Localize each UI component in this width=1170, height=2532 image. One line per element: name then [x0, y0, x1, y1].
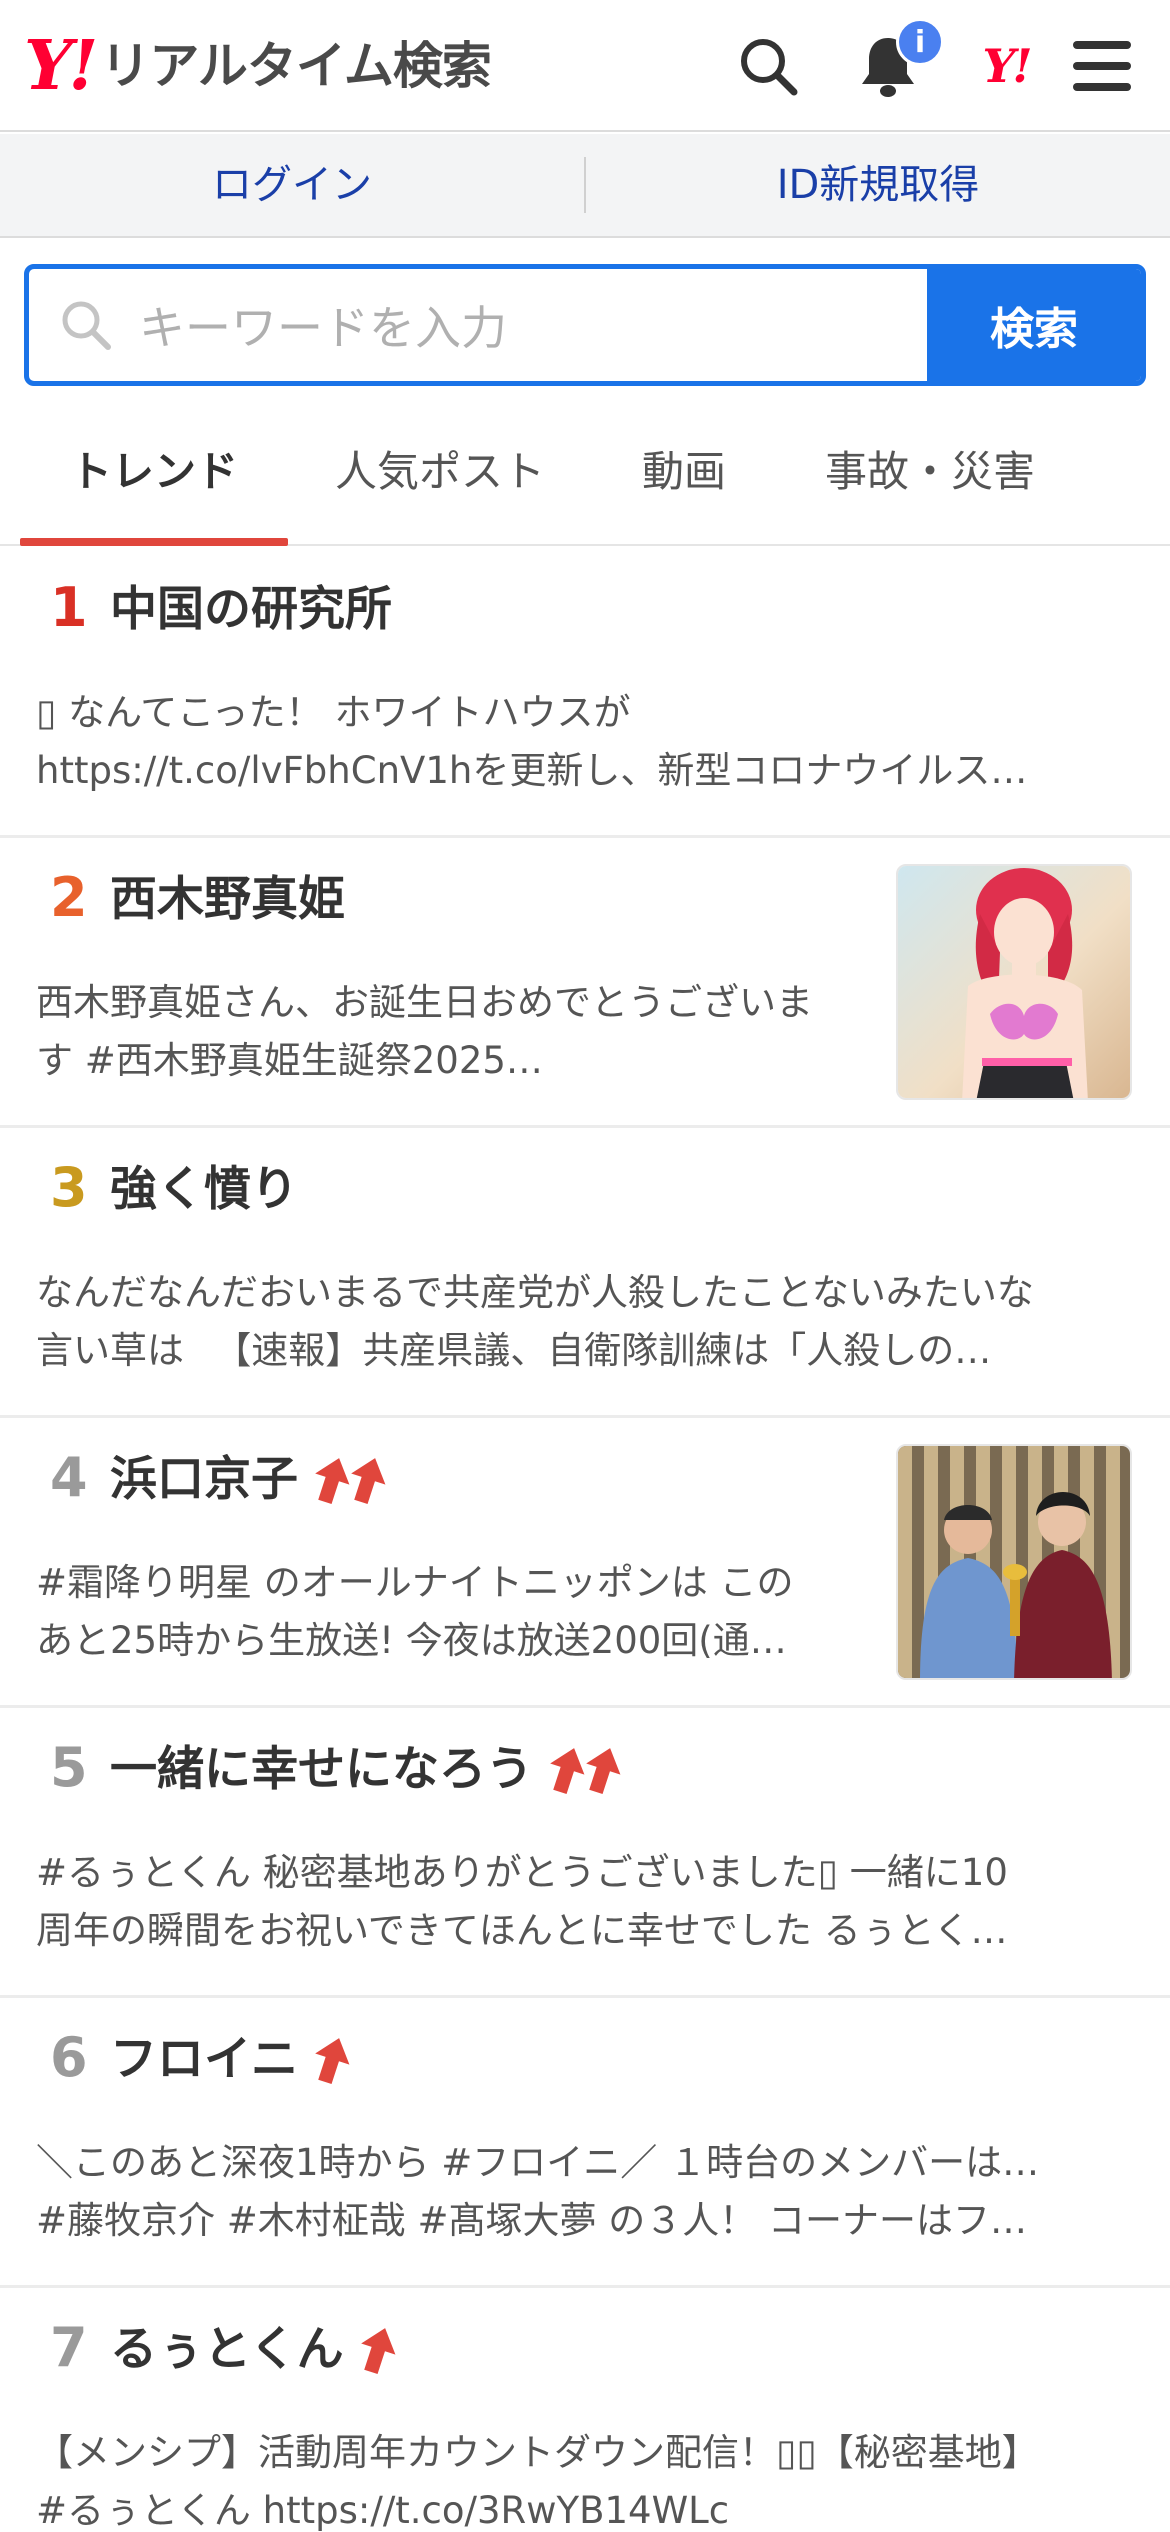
search-icon[interactable]	[728, 26, 808, 106]
trend-title: 中国の研究所	[110, 582, 392, 637]
logo-mark: Y!	[24, 26, 98, 106]
trend-item-7[interactable]: 7 るぅとくん 【メンシプ】活動周年カウントダウン配信！▯▯【秘密基地】 #るぅ…	[0, 2288, 1170, 2532]
up-arrow-icon	[315, 2038, 350, 2085]
radio-studio-photo-thumbnail[interactable]	[896, 1444, 1132, 1680]
trend-description: ▯ なんてこった！ ホワイトハウスが https://t.co/lvFbhCnV…	[36, 691, 1028, 792]
trend-list: 1 中国の研究所 ▯ なんてこった！ ホワイトハウスが https://t.co…	[0, 548, 1170, 2532]
search-field-icon	[62, 301, 111, 350]
trend-rising-arrows	[547, 1745, 621, 1795]
login-bar: ログイン ID新規取得	[0, 134, 1170, 238]
search-box: キーワードを入力 検索	[24, 264, 1146, 386]
trend-description: 【メンシプ】活動周年カウントダウン配信！▯▯【秘密基地】 #るぅとくん http…	[36, 2431, 1039, 2532]
search-button[interactable]: 検索	[927, 269, 1141, 381]
up-arrow-icon	[360, 2328, 396, 2375]
trend-title: るぅとくん	[110, 2322, 396, 2378]
trend-title: 浜口京子	[110, 1452, 386, 1508]
tab-bar: トレンド 人気ポスト 動画 事故・災害	[0, 412, 1170, 546]
active-tab-indicator	[20, 538, 288, 546]
trend-rank: 6	[50, 2026, 88, 2089]
trend-description: 西木野真姫さん、お誕生日おめでとうございま す #西木野真姫生誕祭2025…	[36, 981, 813, 1082]
up-arrow-icon	[351, 1458, 386, 1505]
trend-description: #霜降り明星 のオールナイトニッポンは この あと25時から生放送! 今夜は放送…	[36, 1561, 794, 1662]
tab-accidents-disasters[interactable]: 事故・災害	[790, 412, 1070, 546]
login-link[interactable]: ログイン	[0, 133, 584, 237]
yahoo-japan-icon[interactable]: Y!	[966, 26, 1046, 106]
search-placeholder: キーワードを入力	[139, 301, 507, 355]
trend-rank: 7	[50, 2316, 88, 2379]
up-arrow-icon	[315, 1458, 350, 1505]
yahoo-mark: Y!	[982, 39, 1032, 93]
trend-rising-arrows	[358, 2325, 396, 2375]
trend-item-3[interactable]: 3 強く憤り なんだなんだおいまるで共産党が人殺したことないみたいな 言い草は …	[0, 1128, 1170, 1418]
trend-item-4[interactable]: 4 浜口京子 #霜降り明星 のオールナイトニッポンは この あと25時から生放送…	[0, 1418, 1170, 1708]
trend-rank: 5	[50, 1736, 88, 1799]
trend-rising-arrows	[312, 1455, 386, 1505]
tab-trend[interactable]: トレンド	[20, 412, 288, 546]
tab-popular-posts[interactable]: 人気ポスト	[306, 412, 574, 546]
up-arrow-icon	[586, 1748, 621, 1795]
trend-rank: 4	[50, 1446, 88, 1509]
trend-item-2[interactable]: 2 西木野真姫 西木野真姫さん、お誕生日おめでとうございま す #西木野真姫生誕…	[0, 838, 1170, 1128]
trend-description: #るぅとくん 秘密基地ありがとうございました▯ 一緒に10 周年の瞬間をお祝いで…	[36, 1851, 1008, 1952]
trend-item-6[interactable]: 6 フロイニ ＼このあと深夜1時から #フロイニ／ １時台のメンバーは… #藤牧…	[0, 1998, 1170, 2288]
trend-rank: 1	[50, 576, 88, 639]
trend-rising-arrows	[312, 2035, 350, 2085]
logo-text: リアルタイム検索	[100, 37, 491, 95]
trend-title: 強く憤り	[110, 1162, 298, 1217]
trend-description: なんだなんだおいまるで共産党が人殺したことないみたいな 言い草は 【速報】共産県…	[36, 1271, 1034, 1372]
up-arrow-icon	[550, 1748, 585, 1795]
trend-title: 西木野真姫	[110, 872, 345, 927]
trend-rank: 2	[50, 866, 88, 929]
app-header: Y! リアルタイム検索 i Y!	[0, 0, 1170, 132]
trend-description: ＼このあと深夜1時から #フロイニ／ １時台のメンバーは… #藤牧京介 #木村柾…	[36, 2141, 1040, 2242]
trend-item-5[interactable]: 5 一緒に幸せになろう #るぅとくん 秘密基地ありがとうございました▯ 一緒に1…	[0, 1708, 1170, 1998]
yahoo-realtime-logo[interactable]: Y! リアルタイム検索	[24, 26, 492, 106]
trend-title: フロイニ	[110, 2032, 350, 2088]
tab-videos[interactable]: 動画	[584, 412, 784, 546]
anime-character-thumbnail[interactable]	[896, 864, 1132, 1100]
trend-rank: 3	[50, 1156, 88, 1219]
register-id-link[interactable]: ID新規取得	[586, 133, 1170, 237]
trend-item-1[interactable]: 1 中国の研究所 ▯ なんてこった！ ホワイトハウスが https://t.co…	[0, 548, 1170, 838]
hamburger-menu-icon[interactable]	[1062, 26, 1142, 106]
notification-badge: i	[896, 18, 944, 66]
trend-title: 一緒に幸せになろう	[110, 1742, 621, 1798]
search-input[interactable]: キーワードを入力	[29, 269, 927, 381]
